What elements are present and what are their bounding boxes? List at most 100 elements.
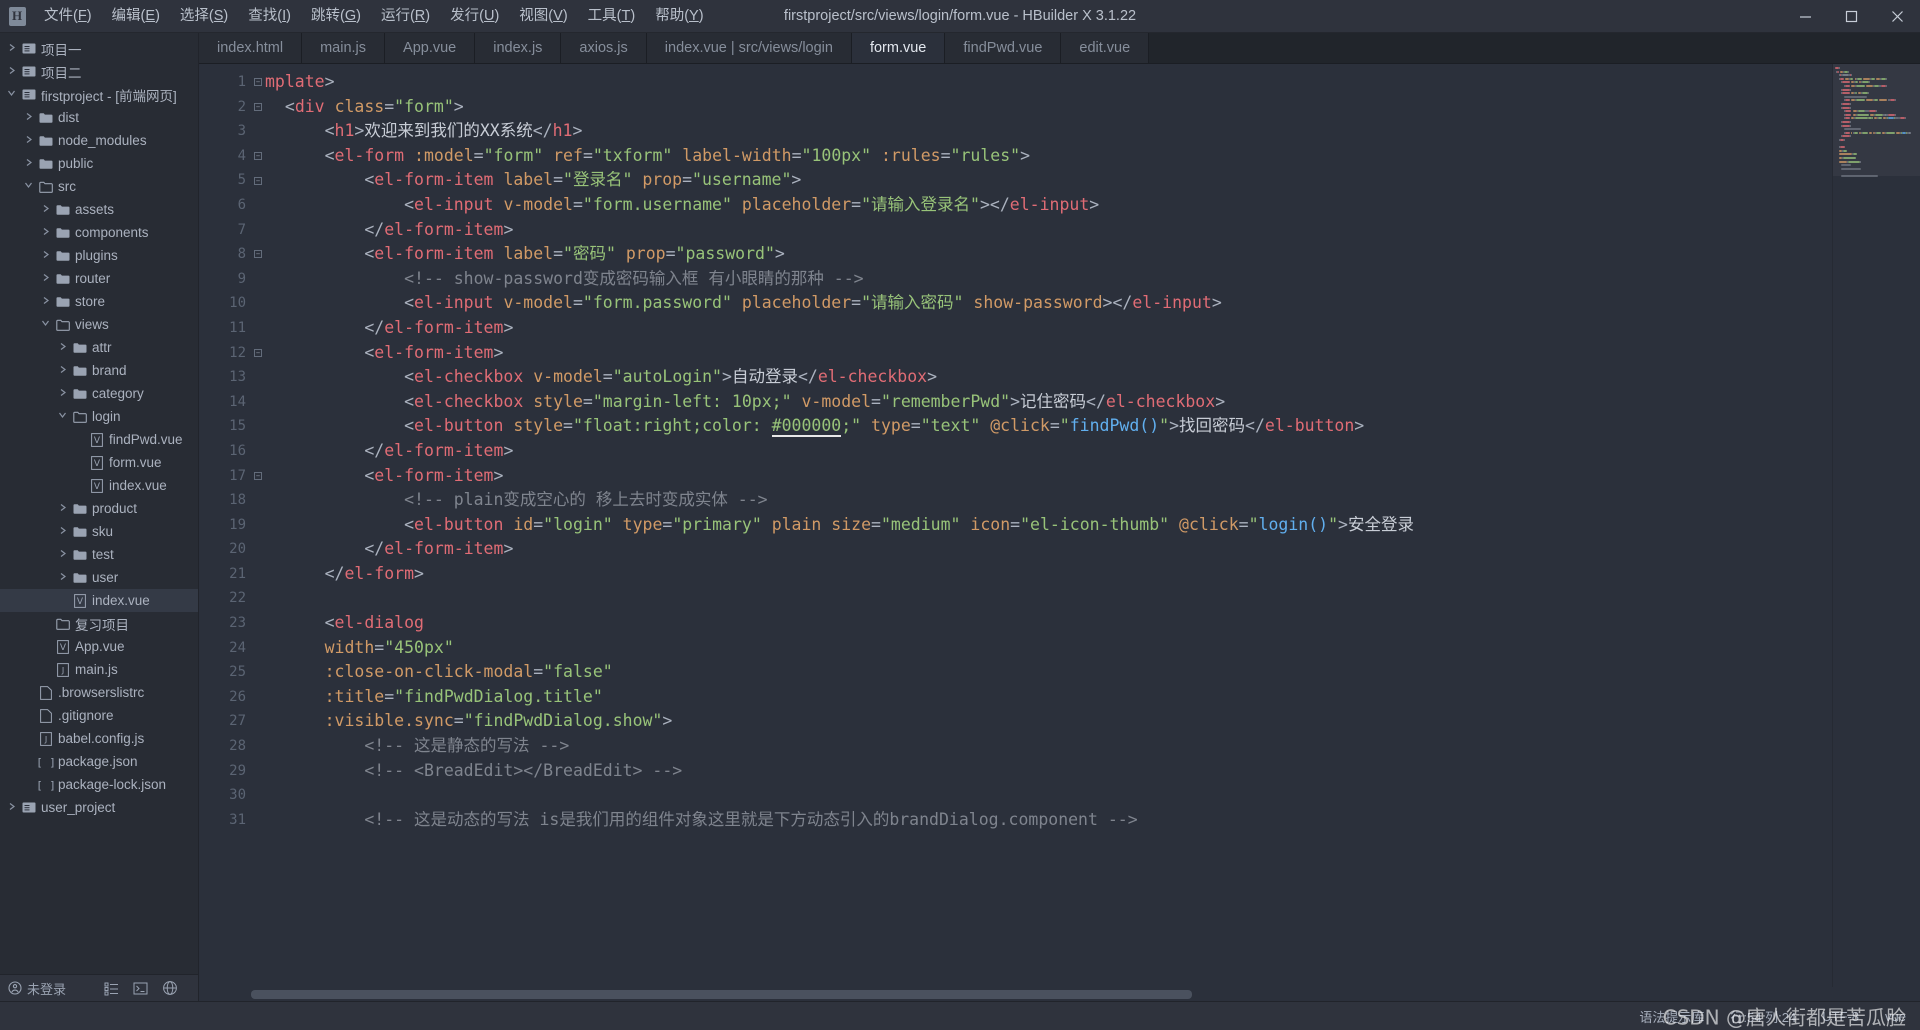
code-line[interactable]: <!-- 这是动态的写法 is是我们用的组件对象这里就是下方动态引入的brand…: [265, 808, 1832, 833]
code-line[interactable]: </el-form-item>: [265, 439, 1832, 464]
menu-file[interactable]: 文件(F): [34, 0, 102, 33]
editor-tab-edit[interactable]: edit.vue: [1061, 33, 1150, 63]
fold-toggle-icon[interactable]: −: [251, 168, 265, 193]
tree-item-brand[interactable]: brand: [0, 359, 198, 382]
tree-item-[interactable]: 项目一: [0, 37, 198, 60]
code-line[interactable]: <el-dialog: [265, 611, 1832, 636]
chevron-right-icon[interactable]: [4, 43, 19, 55]
code-line[interactable]: <!-- show-password变成密码输入框 有小眼睛的那种 -->: [265, 267, 1832, 292]
project-file-tree[interactable]: 项目一 项目二 firstproject - [前端网页] dist node_modu…: [0, 33, 198, 974]
code-line[interactable]: <el-checkbox v-model="autoLogin">自动登录</e…: [265, 365, 1832, 390]
editor-tab-index[interactable]: index.html: [199, 33, 303, 63]
editor-tab-axios[interactable]: axios.js: [561, 33, 647, 63]
tree-item-node_modules[interactable]: node_modules: [0, 129, 198, 152]
code-line[interactable]: </el-form-item>: [265, 218, 1832, 243]
code-editor[interactable]: 1 2 3 4 5 6 7 8 9 10 11 12 13 14 15 16 17 18 19 20 21 22 23 24 2…: [199, 64, 1832, 987]
editor-tab-form[interactable]: form.vue: [851, 33, 946, 63]
fold-toggle-icon[interactable]: −: [251, 464, 265, 489]
code-line[interactable]: <el-input v-model="form.password" placeh…: [265, 291, 1832, 316]
tree-item-store[interactable]: store: [0, 290, 198, 313]
tree-item-router[interactable]: router: [0, 267, 198, 290]
tree-item-login[interactable]: login: [0, 405, 198, 428]
chevron-down-icon[interactable]: [55, 411, 70, 422]
code-line[interactable]: :title="findPwdDialog.title": [265, 685, 1832, 710]
code-line[interactable]: mplate>: [265, 70, 1832, 95]
tree-item-product[interactable]: product: [0, 497, 198, 520]
globe-icon[interactable]: [162, 980, 178, 996]
tree-item-components[interactable]: components: [0, 221, 198, 244]
code-line[interactable]: </el-form-item>: [265, 537, 1832, 562]
code-line[interactable]: [265, 586, 1832, 611]
chevron-right-icon[interactable]: [38, 296, 53, 308]
menu-select[interactable]: 选择(S): [170, 0, 238, 33]
close-button[interactable]: [1874, 0, 1920, 33]
minimize-button[interactable]: [1782, 0, 1828, 33]
tree-item-category[interactable]: category: [0, 382, 198, 405]
tree-item-public[interactable]: public: [0, 152, 198, 175]
horizontal-scrollbar[interactable]: [199, 987, 1920, 1001]
tree-item-assets[interactable]: assets: [0, 198, 198, 221]
chevron-right-icon[interactable]: [55, 503, 70, 515]
tree-item-form.vue[interactable]: Vform.vue: [0, 451, 198, 474]
chevron-right-icon[interactable]: [55, 572, 70, 584]
code-text[interactable]: mplate> <div class="form"> <h1>欢迎来到我们的XX…: [265, 64, 1832, 987]
tree-item-index.vue[interactable]: Vindex.vue: [0, 589, 198, 612]
menu-goto[interactable]: 跳转(G): [301, 0, 371, 33]
code-line[interactable]: </el-form-item>: [265, 316, 1832, 341]
code-line[interactable]: <el-checkbox style="margin-left: 10px;" …: [265, 390, 1832, 415]
tree-item-firstproject-[interactable]: firstproject - [前端网页]: [0, 83, 198, 106]
code-line[interactable]: width="450px": [265, 636, 1832, 661]
chevron-down-icon[interactable]: [4, 89, 19, 100]
code-line[interactable]: <el-button id="login" type="primary" pla…: [265, 513, 1832, 538]
menu-view[interactable]: 视图(V): [509, 0, 577, 33]
tree-item-attr[interactable]: attr: [0, 336, 198, 359]
code-line[interactable]: :close-on-click-modal="false": [265, 660, 1832, 685]
fold-toggle-icon[interactable]: −: [251, 341, 265, 366]
code-line[interactable]: <el-form-item label="登录名" prop="username…: [265, 168, 1832, 193]
maximize-button[interactable]: [1828, 0, 1874, 33]
tree-item-views[interactable]: views: [0, 313, 198, 336]
code-line[interactable]: <el-button style="float:right;color: #00…: [265, 414, 1832, 439]
code-minimap[interactable]: [1832, 64, 1920, 987]
code-line[interactable]: <el-form-item>: [265, 464, 1832, 489]
hscroll-track[interactable]: [251, 989, 1820, 999]
code-line[interactable]: <el-form-item>: [265, 341, 1832, 366]
chevron-right-icon[interactable]: [21, 158, 36, 170]
list-icon[interactable]: [104, 981, 119, 996]
menu-tools[interactable]: 工具(T): [578, 0, 646, 33]
tree-item-plugins[interactable]: plugins: [0, 244, 198, 267]
fold-toggle-icon[interactable]: −: [251, 242, 265, 267]
chevron-right-icon[interactable]: [38, 227, 53, 239]
tree-item-babel.config.js[interactable]: Jbabel.config.js: [0, 727, 198, 750]
tree-item-sku[interactable]: sku: [0, 520, 198, 543]
code-line[interactable]: <div class="form">: [265, 95, 1832, 120]
code-line[interactable]: </el-form>: [265, 562, 1832, 587]
chevron-right-icon[interactable]: [38, 204, 53, 216]
menu-help[interactable]: 帮助(Y): [645, 0, 713, 33]
status-encoding[interactable]: UTF-8: [1822, 1009, 1859, 1024]
tree-item-[interactable]: 复习项目: [0, 612, 198, 635]
chevron-right-icon[interactable]: [55, 526, 70, 538]
fold-toggle-icon[interactable]: −: [251, 70, 265, 95]
code-line[interactable]: [265, 783, 1832, 808]
fold-toggle-icon[interactable]: −: [251, 144, 265, 169]
chevron-right-icon[interactable]: [4, 66, 19, 78]
tree-item-.browserslistrc[interactable]: .browserslistrc: [0, 681, 198, 704]
code-line[interactable]: :visible.sync="findPwdDialog.show">: [265, 709, 1832, 734]
tree-item-src[interactable]: src: [0, 175, 198, 198]
editor-tab-App[interactable]: App.vue: [385, 33, 476, 63]
menu-run[interactable]: 运行(R): [371, 0, 440, 33]
chevron-right-icon[interactable]: [55, 342, 70, 354]
code-line[interactable]: <!-- 这是静态的写法 -->: [265, 734, 1832, 759]
tree-item-package-lock.json[interactable]: [ ] package-lock.json: [0, 773, 198, 796]
tree-item-[interactable]: 项目二: [0, 60, 198, 83]
chevron-right-icon[interactable]: [21, 112, 36, 124]
tree-item-test[interactable]: test: [0, 543, 198, 566]
code-line[interactable]: <!-- plain变成空心的 移上去时变成实体 -->: [265, 488, 1832, 513]
chevron-right-icon[interactable]: [21, 135, 36, 147]
login-status[interactable]: 未登录: [8, 979, 66, 998]
chevron-right-icon[interactable]: [38, 250, 53, 262]
chevron-down-icon[interactable]: [21, 181, 36, 192]
chevron-right-icon[interactable]: [55, 549, 70, 561]
tree-item-.gitignore[interactable]: .gitignore: [0, 704, 198, 727]
